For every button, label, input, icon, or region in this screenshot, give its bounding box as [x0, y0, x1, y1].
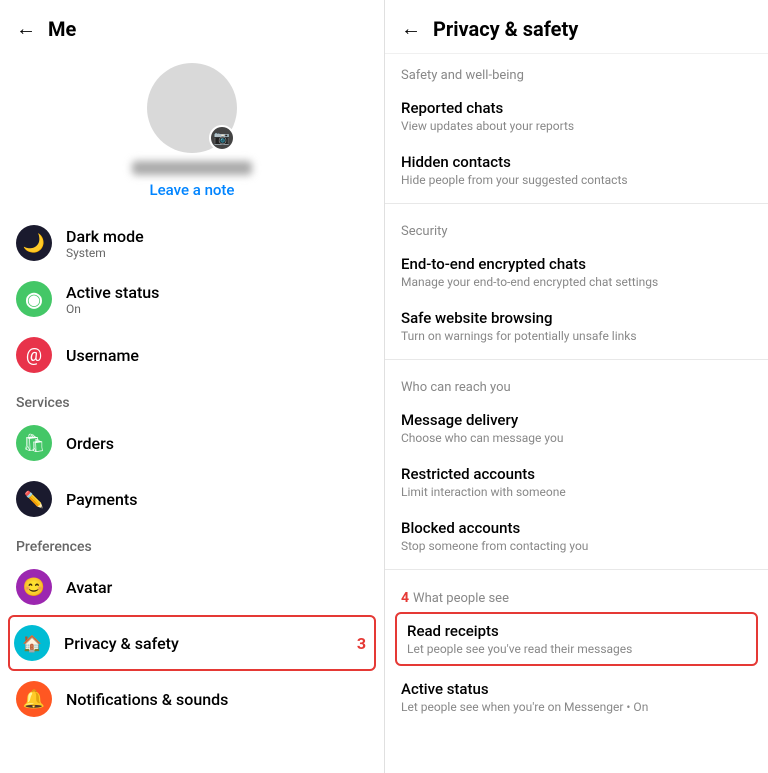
right-active-status[interactable]: Active status Let people see when you're…	[385, 670, 768, 724]
e2e-title: End-to-end encrypted chats	[401, 255, 752, 273]
hidden-contacts-title: Hidden contacts	[401, 153, 752, 171]
menu-item-notifications[interactable]: 🔔 Notifications & sounds	[0, 671, 384, 727]
notifications-icon: 🔔	[16, 681, 52, 717]
payments-icon: ✏️	[16, 481, 52, 517]
divider-3	[385, 569, 768, 570]
orders-title: Orders	[66, 434, 114, 453]
right-e2e-chats[interactable]: End-to-end encrypted chats Manage your e…	[385, 245, 768, 299]
menu-item-username[interactable]: @ Username	[0, 327, 384, 383]
hidden-contacts-sub: Hide people from your suggested contacts	[401, 173, 752, 187]
e2e-sub: Manage your end-to-end encrypted chat se…	[401, 275, 752, 289]
active-status-right-title: Active status	[401, 680, 752, 698]
payments-title: Payments	[66, 490, 137, 509]
avatar-title: Avatar	[66, 578, 112, 597]
read-receipts-title: Read receipts	[407, 622, 746, 640]
right-hidden-contacts[interactable]: Hidden contacts Hide people from your su…	[385, 143, 768, 197]
menu-item-privacy-safety[interactable]: 🏠 Privacy & safety 3	[8, 615, 376, 671]
reported-chats-title: Reported chats	[401, 99, 752, 117]
menu-item-orders[interactable]: 🛍 Orders	[0, 415, 384, 471]
left-panel: ← Me 📷 Leave a note 🌙 Dark mode System ◉…	[0, 0, 385, 773]
message-delivery-title: Message delivery	[401, 411, 752, 429]
what-people-see-header: 4 What people see	[385, 576, 768, 610]
reported-chats-sub: View updates about your reports	[401, 119, 752, 133]
blocked-accounts-sub: Stop someone from contacting you	[401, 539, 752, 553]
orders-icon: 🛍	[16, 425, 52, 461]
active-status-sub: On	[66, 302, 159, 316]
notifications-title: Notifications & sounds	[66, 690, 228, 709]
camera-icon[interactable]: 📷	[209, 125, 235, 151]
dark-mode-icon: 🌙	[16, 225, 52, 261]
menu-item-active-status[interactable]: ◉ Active status On	[0, 271, 384, 327]
safe-browsing-title: Safe website browsing	[401, 309, 752, 327]
restricted-accounts-sub: Limit interaction with someone	[401, 485, 752, 499]
username-blur	[132, 161, 252, 175]
step3-badge: 3	[357, 634, 370, 653]
right-reported-chats[interactable]: Reported chats View updates about your r…	[385, 89, 768, 143]
step4-badge: 4	[401, 590, 409, 606]
dark-mode-title: Dark mode	[66, 227, 144, 246]
message-delivery-sub: Choose who can message you	[401, 431, 752, 445]
menu-item-payments[interactable]: ✏️ Payments	[0, 471, 384, 527]
right-blocked-accounts[interactable]: Blocked accounts Stop someone from conta…	[385, 509, 768, 563]
right-message-delivery[interactable]: Message delivery Choose who can message …	[385, 401, 768, 455]
safety-section-label: Safety and well-being	[385, 54, 768, 89]
left-back-button[interactable]: ←	[16, 16, 36, 41]
divider-2	[385, 359, 768, 360]
avatar-menu-icon: 😊	[16, 569, 52, 605]
leave-note-button[interactable]: Leave a note	[150, 181, 235, 199]
restricted-accounts-title: Restricted accounts	[401, 465, 752, 483]
privacy-inner: 🏠 Privacy & safety 3	[10, 617, 374, 669]
who-can-reach-label: Who can reach you	[385, 366, 768, 401]
privacy-icon: 🏠	[14, 625, 50, 661]
profile-section: 📷 Leave a note	[0, 53, 384, 215]
left-header: ← Me	[0, 0, 384, 53]
username-title: Username	[66, 346, 139, 365]
safe-browsing-sub: Turn on warnings for potentially unsafe …	[401, 329, 752, 343]
active-status-right-sub: Let people see when you're on Messenger …	[401, 700, 752, 714]
left-panel-title: Me	[48, 17, 76, 41]
right-panel: ← Privacy & safety Safety and well-being…	[385, 0, 768, 773]
right-header: ← Privacy & safety	[385, 0, 768, 54]
menu-item-dark-mode[interactable]: 🌙 Dark mode System	[0, 215, 384, 271]
right-back-button[interactable]: ←	[401, 16, 421, 41]
what-people-see-label: What people see	[413, 591, 509, 606]
dark-mode-sub: System	[66, 246, 144, 260]
divider-1	[385, 203, 768, 204]
read-receipts-item[interactable]: Read receipts Let people see you've read…	[395, 612, 758, 666]
menu-item-avatar[interactable]: 😊 Avatar	[0, 559, 384, 615]
right-safe-browsing[interactable]: Safe website browsing Turn on warnings f…	[385, 299, 768, 353]
active-status-title: Active status	[66, 283, 159, 302]
security-section-label: Security	[385, 210, 768, 245]
right-panel-title: Privacy & safety	[433, 17, 578, 41]
blocked-accounts-title: Blocked accounts	[401, 519, 752, 537]
services-section-label: Services	[0, 383, 384, 415]
username-icon: @	[16, 337, 52, 373]
right-restricted-accounts[interactable]: Restricted accounts Limit interaction wi…	[385, 455, 768, 509]
privacy-title: Privacy & safety	[64, 634, 343, 653]
read-receipts-sub: Let people see you've read their message…	[407, 642, 746, 656]
avatar-container[interactable]: 📷	[147, 63, 237, 153]
preferences-section-label: Preferences	[0, 527, 384, 559]
active-status-icon: ◉	[16, 281, 52, 317]
